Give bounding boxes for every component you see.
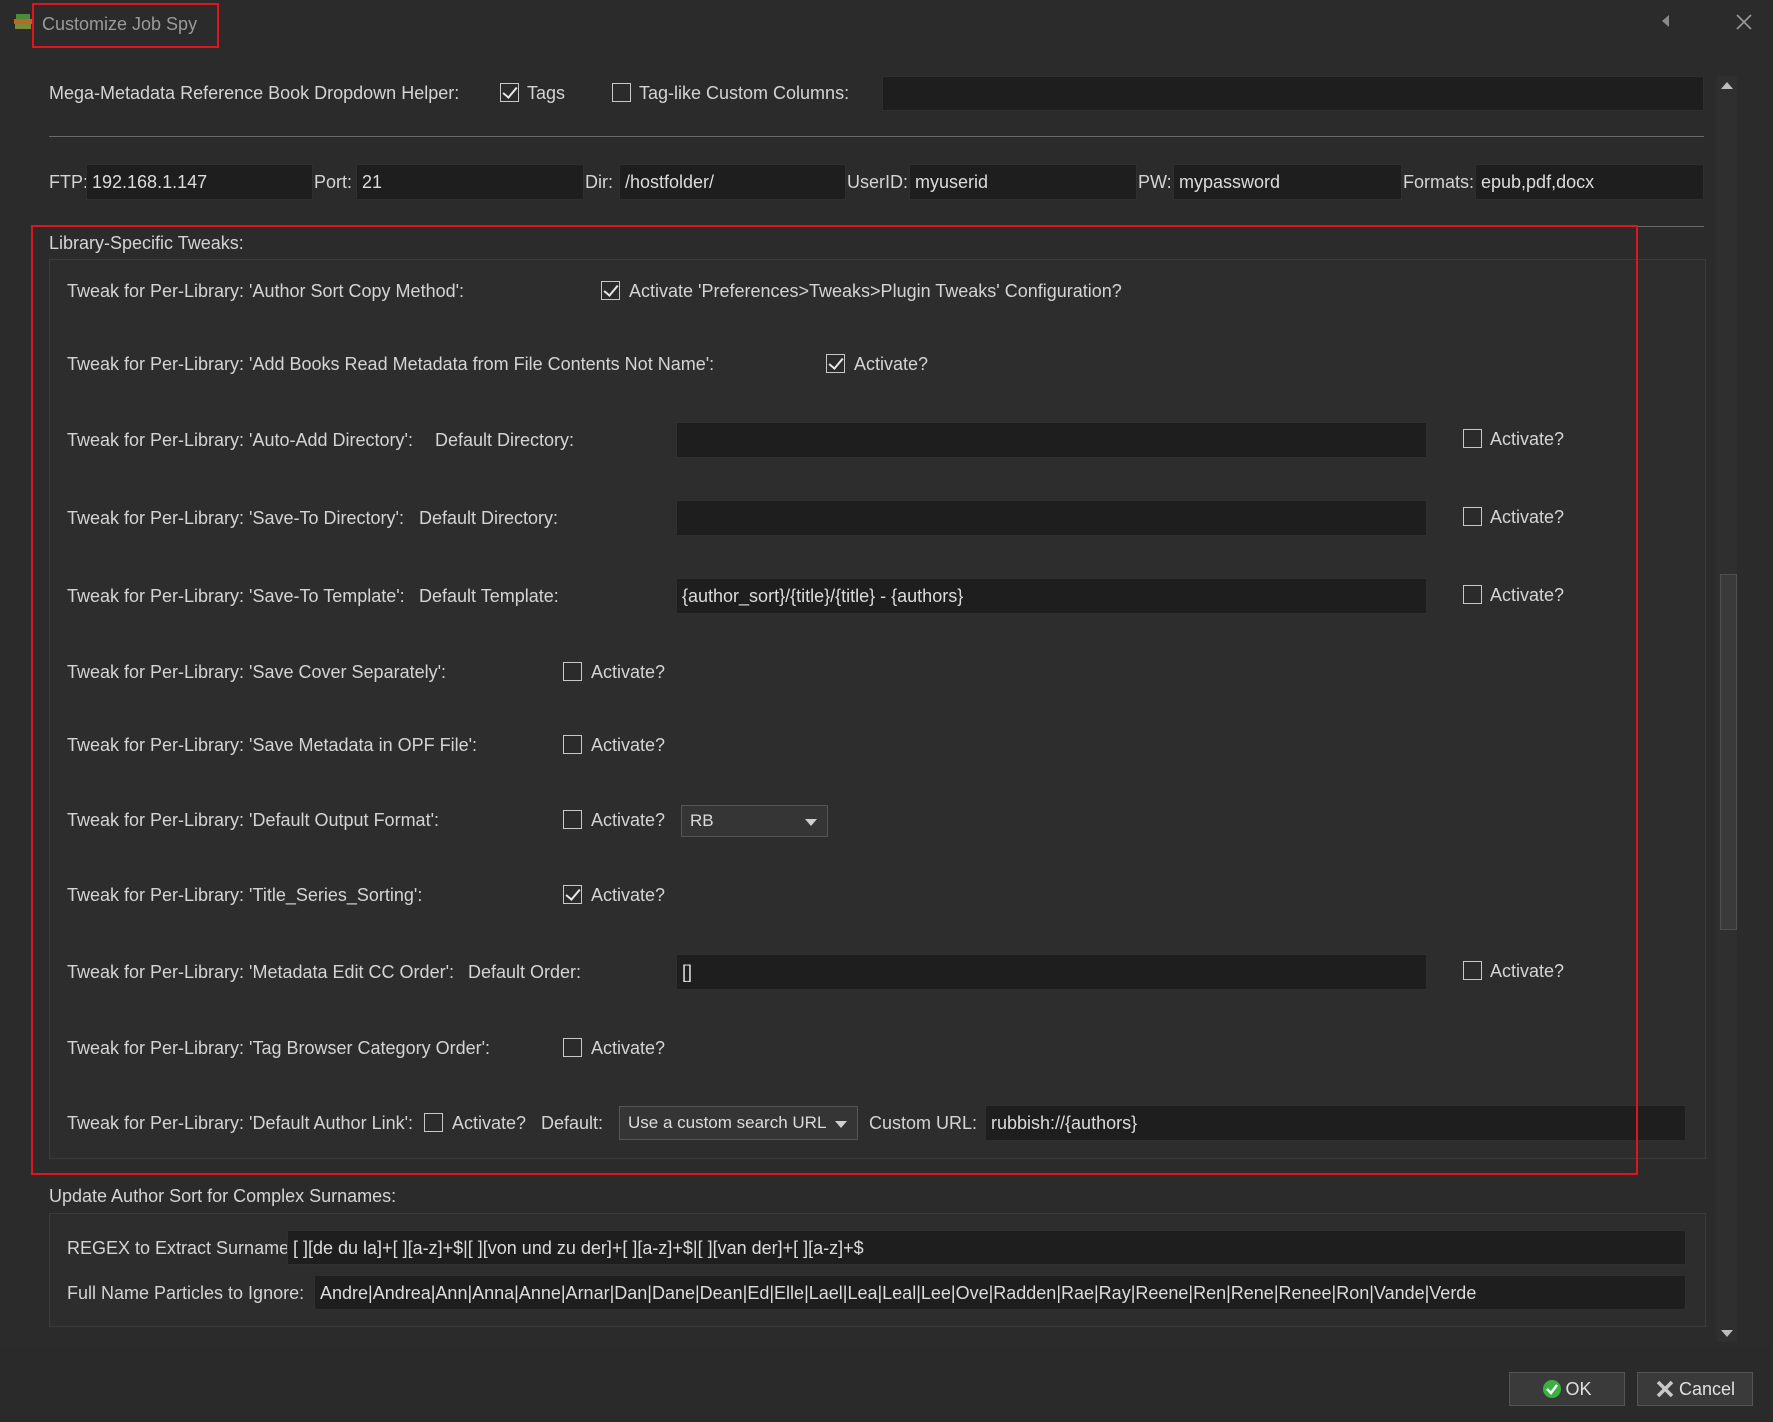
port-input[interactable]: 21 [356,164,584,200]
particles-label: Full Name Particles to Ignore: [67,1283,305,1303]
cancel-x-icon [1656,1380,1674,1397]
custom-url-input[interactable]: rubbish://{authors} [985,1105,1686,1141]
pw-input[interactable]: mypassword [1173,164,1402,200]
ftp-input[interactable]: 192.168.1.147 [86,164,313,200]
ftp-label: FTP: [49,172,88,192]
author-link-select[interactable]: Use a custom search URL [619,1106,858,1140]
collapse-icon[interactable] [1662,15,1669,27]
output-format-select[interactable]: RB [681,805,828,837]
formats-label: Formats: [1403,172,1475,192]
save-to-dir-activate-label: Activate? [1490,507,1565,527]
add-books-activate-label: Activate? [854,354,929,374]
app-icon [14,14,32,29]
tag-browser-checkbox[interactable] [563,1038,582,1057]
cc-order-checkbox[interactable] [1463,961,1482,980]
cc-order-activate-label: Activate? [1490,961,1565,981]
save-opf-label: Tweak for Per-Library: 'Save Metadata in… [67,735,478,755]
save-to-dir-input[interactable] [676,500,1427,536]
author-link-default-label: Default: [541,1113,604,1133]
ok-label: OK [1565,1379,1592,1399]
mega-helper-label: Mega-Metadata Reference Book Dropdown He… [49,83,460,103]
save-to-template-input[interactable]: {author_sort}/{title}/{title} - {authors… [676,578,1427,614]
author-link-selected: Use a custom search URL [628,1113,827,1132]
cc-order-input[interactable]: [] [676,954,1427,990]
scroll-up-icon[interactable] [1721,82,1733,89]
auto-add-activate-label: Activate? [1490,429,1565,449]
save-to-template-sub-label: Default Template: [419,586,559,606]
output-format-activate-label: Activate? [591,810,666,830]
regex-input[interactable]: [ ][de du la]+[ ][a-z]+$|[ ][von und zu … [287,1230,1686,1265]
cancel-label: Cancel [1678,1379,1736,1399]
save-to-dir-label: Tweak for Per-Library: 'Save-To Director… [67,508,404,528]
tags-label: Tags [527,83,566,103]
surnames-group-title: Update Author Sort for Complex Surnames: [49,1186,397,1206]
save-opf-checkbox[interactable] [563,735,582,754]
title-bar [0,0,1773,48]
tag-like-checkbox[interactable] [612,83,631,102]
save-to-template-label: Tweak for Per-Library: 'Save-To Template… [67,586,405,606]
library-group-title: Library-Specific Tweaks: [49,233,244,253]
window-title: Customize Job Spy [42,14,198,34]
ok-check-icon [1543,1379,1562,1398]
tag-like-input[interactable] [882,76,1704,111]
author-link-checkbox[interactable] [424,1113,443,1132]
tags-checkbox[interactable] [500,83,519,102]
auto-add-label: Tweak for Per-Library: 'Auto-Add Directo… [67,430,413,450]
scrollbar-thumb[interactable] [1720,574,1737,930]
chevron-down-icon [805,819,817,826]
tag-browser-activate-label: Activate? [591,1038,666,1058]
title-series-label: Tweak for Per-Library: 'Title_Series_Sor… [67,885,423,905]
cancel-button[interactable]: Cancel [1637,1372,1753,1406]
save-cover-checkbox[interactable] [563,662,582,681]
author-sort-checkbox[interactable] [601,281,620,300]
scroll-down-icon[interactable] [1721,1330,1733,1337]
formats-input[interactable]: epub,pdf,docx [1475,164,1704,200]
author-sort-activate-label: Activate 'Preferences>Tweaks>Plugin Twea… [629,281,1122,301]
save-to-dir-sub-label: Default Directory: [419,508,559,528]
button-bar [0,1350,1773,1422]
save-to-template-activate-label: Activate? [1490,585,1565,605]
custom-url-label: Custom URL: [869,1113,978,1133]
save-cover-label: Tweak for Per-Library: 'Save Cover Separ… [67,662,447,682]
particles-input[interactable]: Andre|Andrea|Ann|Anna|Anne|Arnar|Dan|Dan… [314,1275,1686,1310]
output-format-checkbox[interactable] [563,810,582,829]
dir-input[interactable]: /hostfolder/ [619,164,846,200]
userid-input[interactable]: myuserid [909,164,1137,200]
title-series-activate-label: Activate? [591,885,666,905]
save-to-template-checkbox[interactable] [1463,585,1482,604]
add-books-checkbox[interactable] [826,354,845,373]
save-cover-activate-label: Activate? [591,662,666,682]
divider [49,136,1704,137]
close-icon[interactable] [1735,13,1753,31]
output-format-label: Tweak for Per-Library: 'Default Output F… [67,810,440,830]
tag-browser-label: Tweak for Per-Library: 'Tag Browser Cate… [67,1038,491,1058]
title-series-checkbox[interactable] [563,885,582,904]
author-link-activate-label: Activate? [452,1113,527,1133]
ok-button[interactable]: OK [1509,1372,1625,1406]
divider-right [1636,226,1704,227]
save-opf-activate-label: Activate? [591,735,666,755]
userid-label: UserID: [847,172,909,192]
regex-label: REGEX to Extract Surname: [67,1238,295,1258]
auto-add-checkbox[interactable] [1463,429,1482,448]
auto-add-input[interactable] [676,422,1427,458]
port-label: Port: [314,172,353,192]
author-sort-label: Tweak for Per-Library: 'Author Sort Copy… [67,281,465,301]
cc-order-sub-label: Default Order: [468,962,582,982]
dir-label: Dir: [585,172,613,192]
library-group [49,259,1706,1159]
pw-label: PW: [1138,172,1172,192]
tag-like-label: Tag-like Custom Columns: [639,83,850,103]
cc-order-label: Tweak for Per-Library: 'Metadata Edit CC… [67,962,455,982]
auto-add-sub-label: Default Directory: [435,430,575,450]
output-format-selected: RB [690,811,714,830]
author-link-label: Tweak for Per-Library: 'Default Author L… [67,1113,414,1133]
chevron-down-icon [835,1121,847,1128]
save-to-dir-checkbox[interactable] [1463,507,1482,526]
add-books-label: Tweak for Per-Library: 'Add Books Read M… [67,354,715,374]
